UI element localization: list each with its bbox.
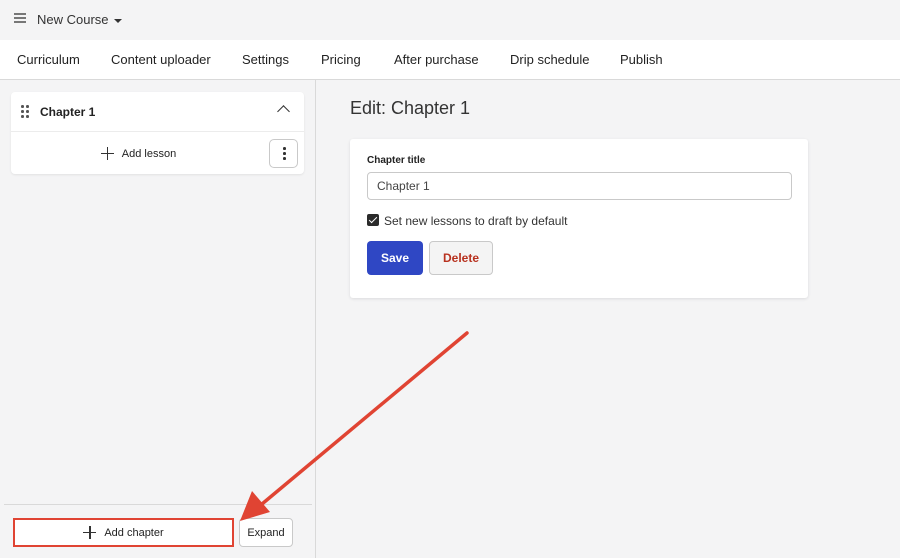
curriculum-sidebar: Chapter 1 Add lesson Add chapter Expand <box>0 80 316 558</box>
expand-button[interactable]: Expand <box>239 518 293 547</box>
chapter-edit-form: Chapter title Set new lessons to draft b… <box>350 139 808 298</box>
page-title: Edit: Chapter 1 <box>350 98 471 118</box>
top-bar: New Course <box>0 0 900 40</box>
chapter-name[interactable]: Chapter 1 <box>40 105 95 119</box>
plus-icon <box>83 526 97 539</box>
add-chapter-label: Add chapter <box>104 526 164 539</box>
tab-content-uploader[interactable]: Content uploader <box>111 52 211 67</box>
tab-after-purchase[interactable]: After purchase <box>394 52 479 67</box>
tab-drip-schedule[interactable]: Drip schedule <box>510 52 590 67</box>
tab-curriculum[interactable]: Curriculum <box>17 52 80 67</box>
hamburger-menu-icon[interactable] <box>14 13 26 25</box>
sidebar-footer: Add chapter Expand <box>4 504 312 558</box>
caret-down-icon <box>113 18 122 23</box>
expand-label: Expand <box>247 526 285 539</box>
draft-default-label[interactable]: Set new lessons to draft by default <box>384 214 567 228</box>
delete-button[interactable]: Delete <box>429 241 493 275</box>
course-title: New Course <box>37 12 109 27</box>
chapter-card: Chapter 1 Add lesson <box>11 92 304 174</box>
add-lesson-button[interactable]: Add lesson <box>11 133 266 174</box>
course-nav-tabs: Curriculum Content uploader Settings Pri… <box>0 40 900 80</box>
tab-publish[interactable]: Publish <box>620 52 663 67</box>
chapter-title-input[interactable] <box>367 172 792 200</box>
add-lesson-label: Add lesson <box>121 147 177 160</box>
tab-settings[interactable]: Settings <box>242 52 289 67</box>
chapter-title-label: Chapter title <box>367 155 426 166</box>
chapter-header[interactable]: Chapter 1 <box>11 92 304 132</box>
chapter-more-options-button[interactable] <box>269 139 298 168</box>
chevron-up-icon[interactable] <box>277 105 290 118</box>
draft-default-checkbox[interactable] <box>367 214 379 226</box>
add-chapter-button[interactable]: Add chapter <box>13 518 234 547</box>
tab-pricing[interactable]: Pricing <box>321 52 361 67</box>
save-button[interactable]: Save <box>367 241 423 275</box>
drag-handle-icon[interactable] <box>21 105 31 119</box>
course-title-dropdown[interactable]: New Course <box>37 12 122 27</box>
plus-icon <box>100 147 114 160</box>
